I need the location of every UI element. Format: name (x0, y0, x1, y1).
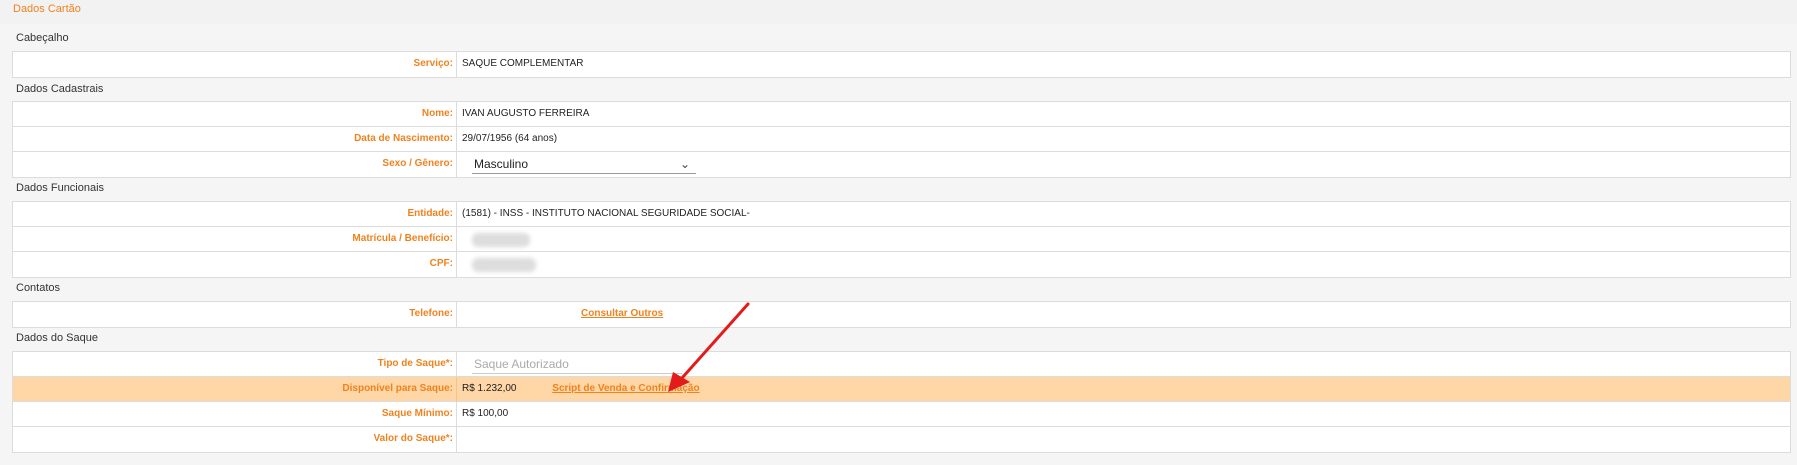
row-disponivel: Disponível para Saque: R$ 1.232,00 Scrip… (13, 377, 1790, 402)
saque-minimo-label: Saque Mínimo: (13, 402, 457, 426)
row-nascimento: Data de Nascimento: 29/07/1956 (64 anos) (13, 127, 1790, 152)
row-matricula: Matrícula / Benefício: (13, 227, 1790, 252)
disponivel-amount: R$ 1.232,00 (462, 383, 517, 394)
sexo-select-value: Masculino (474, 157, 529, 171)
valor-saque-input[interactable] (462, 427, 1762, 452)
nome-value: IVAN AUGUSTO FERREIRA (462, 108, 590, 119)
row-valor-saque: Valor do Saque*: (13, 427, 1790, 452)
nascimento-value: 29/07/1956 (64 anos) (462, 133, 558, 144)
chevron-down-icon: ⌄ (679, 157, 690, 171)
row-sexo: Sexo / Gênero: Masculino ⌄ (13, 152, 1790, 177)
row-saque-minimo: Saque Mínimo: R$ 100,00 (13, 402, 1790, 427)
table-cadastrais: Nome: IVAN AUGUSTO FERREIRA Data de Nasc… (12, 101, 1791, 178)
servico-label: Serviço: (13, 52, 457, 77)
row-tipo-saque: Tipo de Saque*: Saque Autorizado (13, 352, 1790, 377)
section-header-cadastrais: Dados Cadastrais (16, 83, 104, 95)
valor-saque-label: Valor do Saque*: (13, 427, 457, 452)
table-funcionais: Entidade: (1581) - INSS - INSTITUTO NACI… (12, 201, 1791, 278)
matricula-label: Matrícula / Benefício: (13, 227, 457, 251)
telefone-value: Consultar Outros (581, 302, 663, 327)
panel-title: Dados Cartão (13, 3, 81, 15)
form-content: Cabeçalho Serviço: SAQUE COMPLEMENTAR Da… (0, 24, 1797, 465)
row-entidade: Entidade: (1581) - INSS - INSTITUTO NACI… (13, 202, 1790, 227)
section-header-contatos: Contatos (16, 282, 61, 294)
row-nome: Nome: IVAN AUGUSTO FERREIRA (13, 102, 1790, 127)
script-venda-link[interactable]: Script de Venda e Confirmação (552, 383, 699, 394)
entidade-label: Entidade: (13, 202, 457, 226)
saque-minimo-value: R$ 100,00 (462, 408, 509, 419)
telefone-label: Telefone: (13, 302, 457, 327)
section-header-cabecalho: Cabeçalho (16, 32, 69, 44)
matricula-value-redacted (472, 233, 530, 247)
nome-label: Nome: (13, 102, 457, 126)
tipo-saque-placeholder: Saque Autorizado (474, 357, 569, 371)
row-servico: Serviço: SAQUE COMPLEMENTAR (13, 52, 1790, 77)
consultar-outros-link[interactable]: Consultar Outros (581, 308, 663, 319)
table-cabecalho: Serviço: SAQUE COMPLEMENTAR (12, 51, 1791, 78)
cpf-label: CPF: (13, 252, 457, 277)
table-contatos: Telefone: Consultar Outros (12, 301, 1791, 328)
disponivel-label: Disponível para Saque: (13, 377, 457, 401)
row-cpf: CPF: (13, 252, 1790, 277)
tipo-saque-label: Tipo de Saque*: (13, 352, 457, 376)
section-header-saque: Dados do Saque (16, 332, 98, 344)
disponivel-value: R$ 1.232,00 Script de Venda e Confirmaçã… (462, 377, 700, 401)
panel-title-bar (0, 0, 1797, 24)
section-header-funcionais: Dados Funcionais (16, 182, 105, 194)
sexo-label: Sexo / Gênero: (13, 152, 457, 177)
tipo-saque-select[interactable]: Saque Autorizado (472, 354, 682, 374)
sexo-select[interactable]: Masculino ⌄ (472, 154, 696, 174)
nascimento-label: Data de Nascimento: (13, 127, 457, 151)
servico-value: SAQUE COMPLEMENTAR (462, 58, 584, 69)
entidade-value: (1581) - INSS - INSTITUTO NACIONAL SEGUR… (462, 208, 750, 219)
table-saque: Tipo de Saque*: Saque Autorizado Disponí… (12, 351, 1791, 453)
row-telefone: Telefone: Consultar Outros (13, 302, 1790, 327)
cpf-value-redacted (472, 258, 536, 272)
